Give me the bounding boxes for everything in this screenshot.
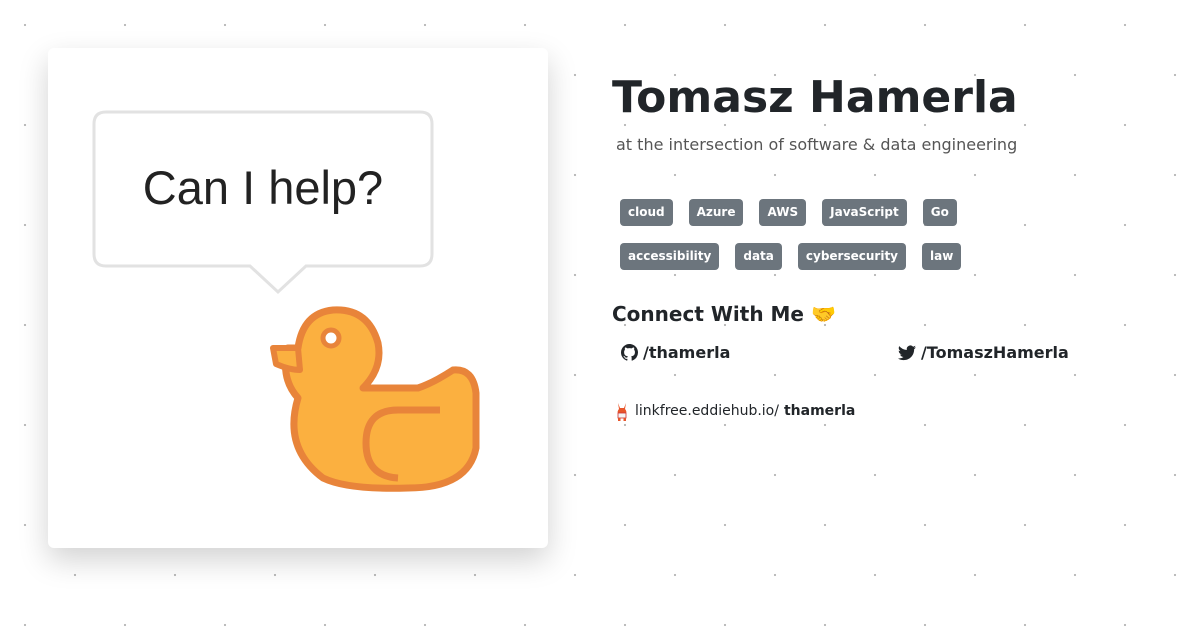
linkfree-username: thamerla bbox=[783, 403, 856, 419]
twitter-icon bbox=[898, 344, 916, 360]
tag: JavaScript bbox=[822, 199, 907, 226]
connect-heading: Connect With Me 🤝 bbox=[612, 302, 836, 326]
duck-icon bbox=[270, 306, 480, 492]
twitter-link[interactable]: /TomaszHamerla bbox=[898, 343, 1069, 362]
linkfree-domain: linkfree.eddiehub.io/ bbox=[635, 403, 779, 419]
github-link[interactable]: /thamerla bbox=[621, 343, 730, 362]
eddiehub-mascot-icon bbox=[617, 403, 627, 421]
github-handle: /thamerla bbox=[643, 343, 731, 362]
linkfree-link[interactable]: linkfree.eddiehub.io/ thamerla bbox=[614, 401, 855, 421]
profile-tagline: at the intersection of software & data e… bbox=[616, 135, 1018, 154]
tag: Azure bbox=[688, 199, 744, 226]
handshake-icon: 🤝 bbox=[810, 302, 836, 326]
bubble-text: Can I help? bbox=[142, 161, 384, 214]
tag: Go bbox=[922, 199, 957, 226]
tag: accessibility bbox=[620, 243, 720, 270]
twitter-handle: /TomaszHamerla bbox=[921, 343, 1069, 362]
profile-image-card: Can I help? bbox=[48, 48, 548, 548]
tag: cloud bbox=[620, 199, 673, 226]
tag: law bbox=[922, 243, 962, 270]
tag: data bbox=[735, 243, 782, 270]
connect-heading-text: Connect With Me bbox=[612, 302, 804, 326]
profile-name: Tomasz Hamerla bbox=[612, 72, 1018, 123]
github-icon bbox=[621, 344, 638, 361]
tag: AWS bbox=[759, 199, 807, 226]
tag-list: cloud Azure AWS JavaScript Go accessibil… bbox=[620, 199, 980, 287]
rubber-duck-illustration bbox=[92, 110, 480, 492]
tag: cybersecurity bbox=[797, 243, 906, 270]
